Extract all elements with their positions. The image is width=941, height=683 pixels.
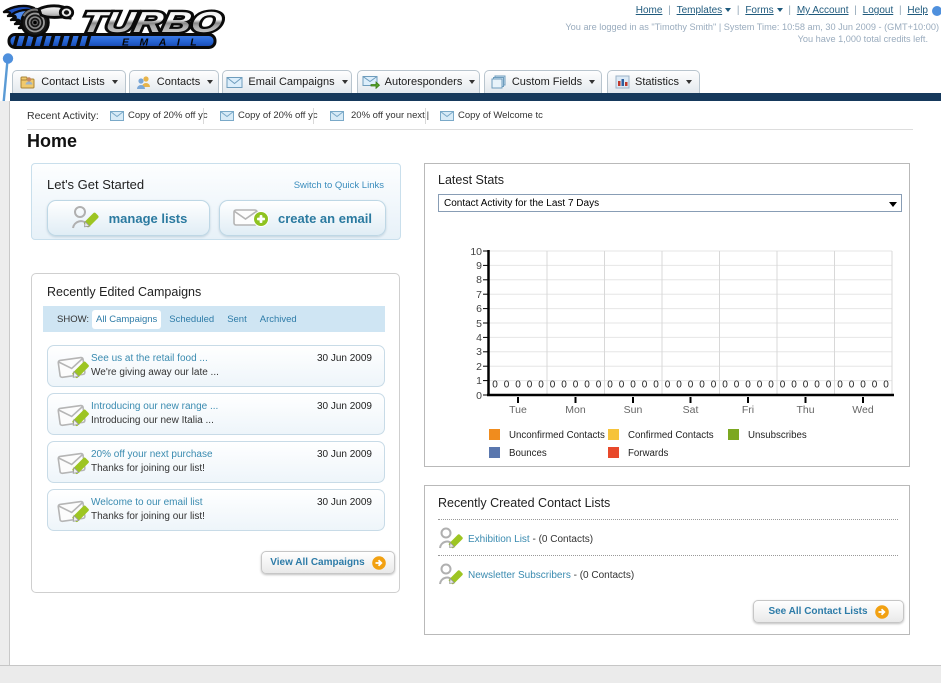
svg-text:0: 0 [780, 380, 786, 391]
svg-text:0: 0 [757, 380, 763, 391]
svg-text:8: 8 [476, 274, 482, 286]
svg-text:0: 0 [688, 380, 694, 391]
svg-text:0: 0 [527, 380, 533, 391]
svg-text:7: 7 [476, 289, 482, 301]
svg-text:0: 0 [504, 380, 510, 391]
svg-text:4: 4 [476, 332, 482, 344]
svg-text:Bounces: Bounces [509, 448, 547, 459]
svg-text:10: 10 [470, 246, 482, 258]
svg-text:0: 0 [538, 380, 544, 391]
svg-text:0: 0 [573, 380, 579, 391]
svg-text:0: 0 [699, 380, 705, 391]
svg-text:0: 0 [826, 380, 832, 391]
svg-text:1: 1 [476, 375, 482, 387]
svg-text:0: 0 [883, 380, 889, 391]
svg-text:0: 0 [814, 380, 820, 391]
svg-text:0: 0 [476, 390, 482, 402]
svg-text:0: 0 [642, 380, 648, 391]
svg-text:0: 0 [515, 380, 521, 391]
svg-text:Fri: Fri [742, 404, 754, 416]
svg-text:0: 0 [492, 380, 498, 391]
svg-text:Sun: Sun [624, 404, 643, 416]
svg-text:Sat: Sat [683, 404, 699, 416]
svg-text:Thu: Thu [796, 404, 814, 416]
svg-text:0: 0 [837, 380, 843, 391]
svg-text:Mon: Mon [565, 404, 586, 416]
svg-text:0: 0 [607, 380, 613, 391]
svg-text:0: 0 [676, 380, 682, 391]
svg-text:0: 0 [734, 380, 740, 391]
svg-text:Unconfirmed Contacts: Unconfirmed Contacts [509, 430, 605, 441]
svg-text:3: 3 [476, 346, 482, 358]
svg-text:6: 6 [476, 303, 482, 315]
svg-text:9: 9 [476, 260, 482, 272]
svg-text:0: 0 [630, 380, 636, 391]
svg-text:2: 2 [476, 361, 482, 373]
svg-text:0: 0 [711, 380, 717, 391]
svg-text:0: 0 [722, 380, 728, 391]
svg-text:0: 0 [619, 380, 625, 391]
svg-text:0: 0 [653, 380, 659, 391]
svg-text:0: 0 [768, 380, 774, 391]
svg-text:TURBO: TURBO [79, 7, 225, 39]
svg-text:Confirmed Contacts: Confirmed Contacts [628, 430, 714, 441]
svg-text:0: 0 [745, 380, 751, 391]
svg-text:0: 0 [849, 380, 855, 391]
svg-text:0: 0 [791, 380, 797, 391]
svg-text:0: 0 [584, 380, 590, 391]
svg-text:0: 0 [596, 380, 602, 391]
svg-text:0: 0 [665, 380, 671, 391]
svg-text:0: 0 [860, 380, 866, 391]
svg-text:Unsubscribes: Unsubscribes [748, 430, 807, 441]
svg-text:Wed: Wed [852, 404, 874, 416]
svg-text:0: 0 [872, 380, 878, 391]
svg-text:5: 5 [476, 318, 482, 330]
svg-text:0: 0 [561, 380, 567, 391]
svg-text:0: 0 [550, 380, 556, 391]
svg-text:Forwards: Forwards [628, 448, 669, 459]
svg-text:Tue: Tue [509, 404, 527, 416]
svg-text:0: 0 [803, 380, 809, 391]
